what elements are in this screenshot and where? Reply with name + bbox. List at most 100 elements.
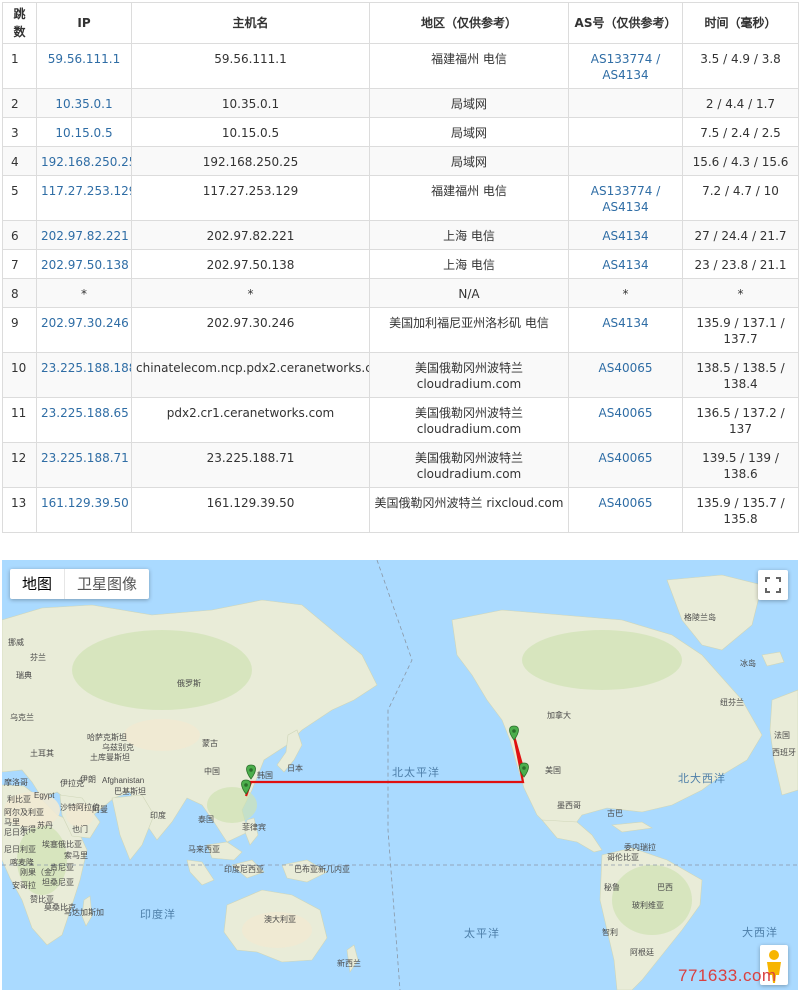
header-hop-label: 跳数 [13, 7, 26, 39]
label-uzbek: 乌兹别克 [102, 742, 134, 752]
hop-cell: 7 [2, 249, 37, 279]
map-type-control: 地图 卫星图像 [10, 569, 150, 599]
table-row: 11 23.225.188.65 pdx2.cr1.ceranetworks.com… [2, 397, 799, 443]
hostname-cell-text: 117.27.253.129 [202, 184, 299, 198]
label-iceland: 冰岛 [740, 658, 756, 668]
region-cell-text: 美国加利福尼亚州洛杉矶 电信 [389, 316, 549, 330]
hop-cell-text: 6 [11, 229, 19, 243]
region-cell-text: 局域网 [450, 155, 487, 169]
route-map[interactable]: 北太平洋 太平洋 北大西洋 大西洋 印度洋 俄罗斯 哈萨克斯坦 蒙古 中国 韩国… [2, 560, 798, 990]
map-view-button[interactable]: 地图 [10, 569, 66, 599]
ip-cell-text[interactable]: 202.97.30.246 [41, 316, 129, 330]
hostname-cell: 23.225.188.71 [131, 442, 370, 488]
ip-cell: 117.27.253.129 [36, 175, 132, 221]
label-nz: 新西兰 [337, 958, 361, 968]
region-cell: 局域网 [369, 146, 569, 176]
table-row: 12 23.225.188.71 23.225.188.71 美国俄勒冈州波特兰 cl… [2, 442, 799, 488]
time-cell-text: 7.5 / 2.4 / 2.5 [700, 126, 781, 140]
as-cell-text[interactable]: AS133774 / AS4134 [591, 52, 661, 82]
ip-cell: 202.97.30.246 [36, 307, 132, 353]
label-pakistan: 巴基斯坦 [114, 786, 146, 796]
table-row: 13 161.129.39.50 161.129.39.50 美国俄勒冈州波特兰 ri… [2, 487, 799, 533]
hostname-cell: pdx2.cr1.ceranetworks.com [131, 397, 370, 443]
label-turkmen: 土库曼斯坦 [90, 752, 130, 762]
ip-cell-text[interactable]: 23.225.188.65 [41, 406, 129, 420]
region-cell-text: 福建福州 电信 [431, 52, 507, 66]
ip-cell: 23.225.188.71 [36, 442, 132, 488]
ip-cell: 59.56.111.1 [36, 43, 132, 89]
ip-cell-text[interactable]: 192.168.250.25 [41, 155, 131, 169]
ip-cell: * [36, 278, 132, 308]
ip-cell-text[interactable]: 59.56.111.1 [48, 52, 121, 66]
hostname-cell-text: chinatelecom.ncp.pdx2.ceranetworks.com [136, 361, 370, 375]
as-cell [568, 88, 683, 118]
as-cell [568, 117, 683, 147]
label-australia: 澳大利亚 [264, 914, 296, 924]
region-cell: 美国加利福尼亚州洛杉矶 电信 [369, 307, 569, 353]
region-cell-text: 美国俄勒冈州波特兰 cloudradium.com [414, 451, 523, 481]
label-korea: 韩国 [257, 770, 273, 780]
ip-cell-text[interactable]: 161.129.39.50 [41, 496, 129, 510]
time-cell-text: 139.5 / 139 / 138.6 [702, 451, 779, 481]
as-cell-text[interactable]: AS133774 / AS4134 [591, 184, 661, 214]
hop-cell-text: 4 [11, 155, 19, 169]
ip-cell-text[interactable]: 202.97.50.138 [41, 258, 129, 272]
hop-cell: 13 [2, 487, 37, 533]
label-mali: 马里 [4, 818, 20, 827]
label-india: 印度 [150, 810, 166, 820]
ip-cell-text[interactable]: 10.35.0.1 [55, 97, 112, 111]
time-cell-text: 15.6 / 4.3 / 15.6 [692, 155, 789, 169]
ip-cell-text[interactable]: 23.225.188.188 [41, 361, 131, 375]
ip-cell-text[interactable]: 23.225.188.71 [41, 451, 129, 465]
label-ethiopia: 埃塞俄比亚 [42, 839, 82, 849]
table-row: 5 117.27.253.129 117.27.253.129 福建福州 电信 AS13… [2, 175, 799, 221]
hostname-cell: chinatelecom.ncp.pdx2.ceranetworks.com [131, 352, 370, 398]
time-cell-text: 2 / 4.4 / 1.7 [705, 97, 776, 111]
as-cell-text[interactable]: AS40065 [599, 406, 653, 420]
label-libya: 利比亚 [7, 794, 31, 804]
label-nigeria: 尼日利亚 [4, 844, 36, 854]
header-ip: IP [36, 2, 132, 44]
label-mozambique: 莫桑比克 [44, 902, 76, 912]
label-mexico: 墨西哥 [557, 801, 581, 810]
ip-cell: 202.97.82.221 [36, 220, 132, 250]
hostname-cell-text: 202.97.82.221 [206, 229, 295, 243]
as-cell-text[interactable]: AS4134 [602, 258, 648, 272]
ip-cell-text[interactable]: 202.97.82.221 [41, 229, 129, 243]
as-cell-text[interactable]: AS4134 [602, 229, 648, 243]
traceroute-table: 跳数 IP 主机名 地区（仅供参考） AS号（仅供参考） 时间（毫秒） 1 59.… [2, 2, 799, 533]
header-region: 地区（仅供参考） [369, 2, 569, 44]
as-cell-text[interactable]: AS4134 [602, 316, 648, 330]
label-philippines: 菲律宾 [242, 822, 266, 832]
hostname-cell: 202.97.50.138 [131, 249, 370, 279]
label-venezuela: 委内瑞拉 [624, 842, 656, 852]
ip-cell: 161.129.39.50 [36, 487, 132, 533]
time-cell: 23 / 23.8 / 21.1 [682, 249, 799, 279]
time-cell-text: 135.9 / 135.7 / 135.8 [696, 496, 785, 526]
map-canvas[interactable]: 北太平洋 太平洋 北大西洋 大西洋 印度洋 俄罗斯 哈萨克斯坦 蒙古 中国 韩国… [2, 560, 798, 990]
ip-cell: 192.168.250.25 [36, 146, 132, 176]
hop-cell-text: 10 [11, 361, 27, 375]
region-cell-text: 美国俄勒冈州波特兰 cloudradium.com [414, 406, 523, 436]
table-row: 4 192.168.250.25 192.168.250.25 局域网 15.6 / 4… [2, 146, 799, 176]
hop-cell-text: 1 [11, 52, 19, 66]
table-row: 8 * * N/A * * [2, 278, 799, 308]
fullscreen-button[interactable] [758, 570, 788, 600]
label-somalia: 索马里 [64, 850, 88, 860]
label-finland: 芬兰 [30, 652, 46, 662]
ocean-label-pacific: 太平洋 [464, 926, 500, 940]
label-russia: 俄罗斯 [177, 678, 201, 688]
hostname-cell-text: 10.35.0.1 [221, 97, 280, 111]
region-cell: 上海 电信 [369, 249, 569, 279]
label-tanzania: 坦桑尼亚 [42, 877, 74, 887]
as-cell-text[interactable]: AS40065 [599, 451, 653, 465]
label-colombia: 哥伦比亚 [607, 852, 639, 862]
hostname-cell: * [131, 278, 370, 308]
ip-cell-text[interactable]: 10.15.0.5 [55, 126, 112, 140]
as-cell-text[interactable]: AS40065 [599, 496, 653, 510]
ip-cell-text[interactable]: 117.27.253.129 [41, 184, 131, 198]
hop-cell: 12 [2, 442, 37, 488]
as-cell-text[interactable]: AS40065 [599, 361, 653, 375]
satellite-view-button[interactable]: 卫星图像 [65, 569, 149, 599]
label-bolivia: 玻利维亚 [632, 900, 664, 910]
